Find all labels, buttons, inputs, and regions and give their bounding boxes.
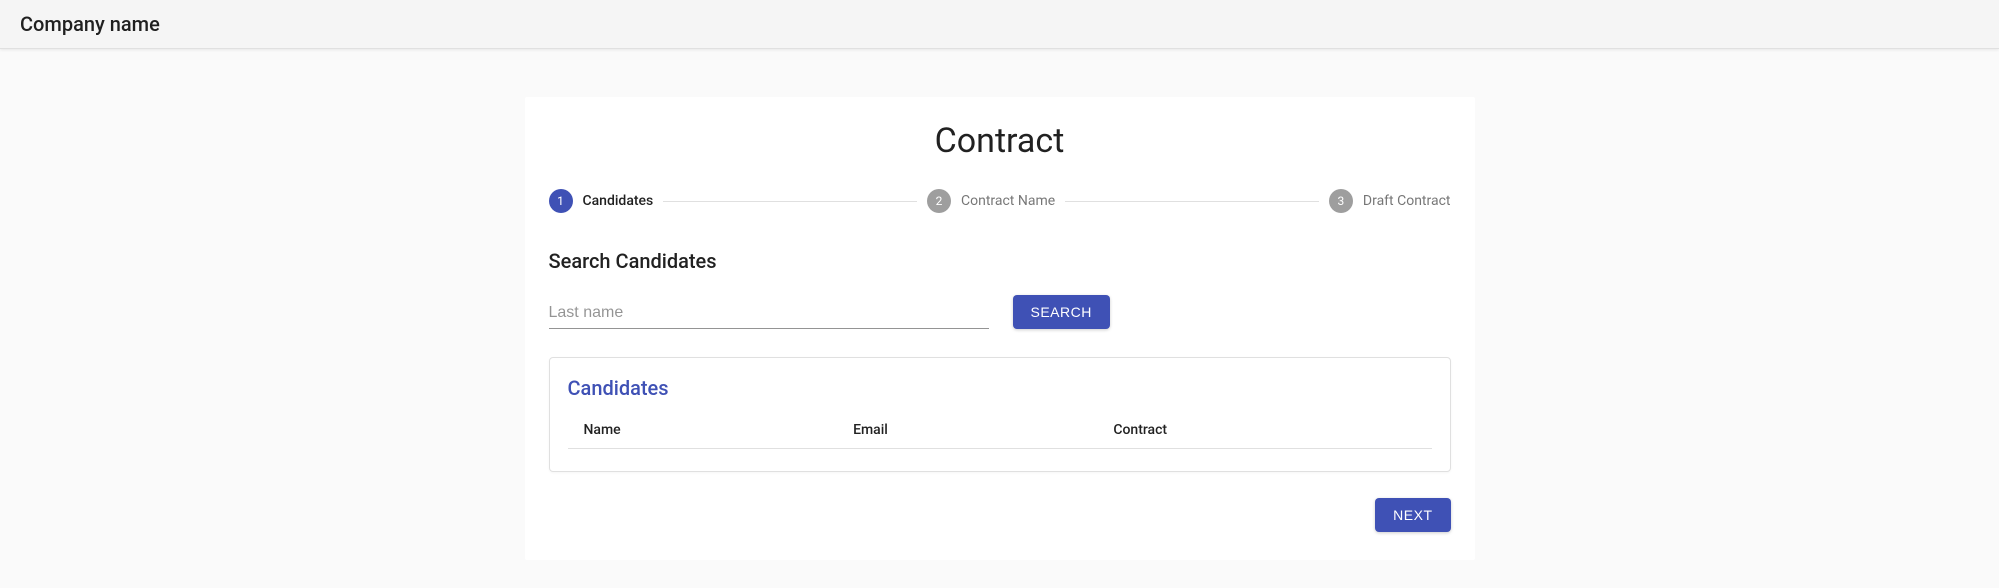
col-name: Name xyxy=(568,414,838,449)
step-label: Draft Contract xyxy=(1363,193,1451,209)
step-label: Contract Name xyxy=(961,193,1055,209)
step-candidates[interactable]: 1 Candidates xyxy=(549,189,654,213)
step-connector xyxy=(663,201,917,202)
col-email: Email xyxy=(837,414,1097,449)
step-label: Candidates xyxy=(583,193,654,209)
step-connector xyxy=(1065,201,1319,202)
step-contract-name[interactable]: 2 Contract Name xyxy=(927,189,1055,213)
step-circle: 1 xyxy=(549,189,573,213)
contract-card: Contract 1 Candidates 2 Contract Name 3 … xyxy=(525,97,1475,560)
app-bar: Company name xyxy=(0,0,1999,49)
table-header-row: Name Email Contract xyxy=(568,414,1432,449)
results-title: Candidates xyxy=(568,376,1432,400)
lastname-input[interactable] xyxy=(549,298,989,329)
page: Contract 1 Candidates 2 Contract Name 3 … xyxy=(0,49,1999,560)
col-contract: Contract xyxy=(1097,414,1431,449)
search-row: Search xyxy=(549,295,1451,329)
results-card: Candidates Name Email Contract xyxy=(549,357,1451,472)
step-circle: 3 xyxy=(1329,189,1353,213)
company-name: Company name xyxy=(20,12,1979,36)
search-heading: Search Candidates xyxy=(549,249,1451,273)
page-title: Contract xyxy=(549,121,1451,161)
step-draft-contract[interactable]: 3 Draft Contract xyxy=(1329,189,1451,213)
step-circle: 2 xyxy=(927,189,951,213)
stepper: 1 Candidates 2 Contract Name 3 Draft Con… xyxy=(549,189,1451,213)
results-table: Name Email Contract xyxy=(568,414,1432,449)
action-row: Next xyxy=(549,498,1451,532)
search-button[interactable]: Search xyxy=(1013,295,1110,329)
next-button[interactable]: Next xyxy=(1375,498,1450,532)
lastname-field-wrapper xyxy=(549,298,989,329)
